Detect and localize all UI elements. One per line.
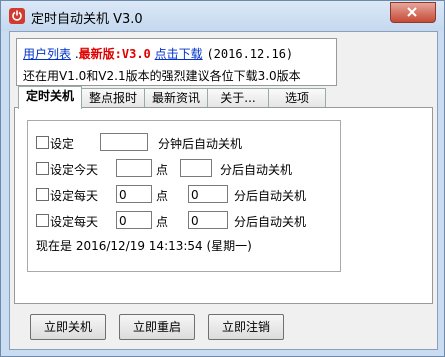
- checkbox-today[interactable]: [36, 162, 49, 175]
- today-minute-input[interactable]: [180, 159, 212, 177]
- row-suffix: 分钟后自动关机: [158, 137, 243, 151]
- today-hour-input[interactable]: [116, 159, 152, 177]
- logoff-now-button[interactable]: 立即注销: [208, 314, 284, 340]
- daily-1-hour-input[interactable]: 0: [116, 185, 152, 203]
- window-title: 定时自动关机 V3.0: [31, 12, 143, 27]
- row-suffix: 分后自动关机: [220, 163, 293, 177]
- close-icon: [407, 7, 417, 17]
- row-label: 设定每天: [50, 215, 99, 229]
- current-time: 现在是 2016/12/19 14:13:54 (星期一): [36, 239, 252, 253]
- row-label: 设定今天: [50, 163, 99, 177]
- restart-now-button[interactable]: 立即重启: [119, 314, 195, 340]
- tab-about[interactable]: 关于...: [207, 88, 269, 108]
- minutes-input[interactable]: [100, 133, 148, 151]
- separator-dot: .: [71, 47, 79, 61]
- hour-unit: 点: [156, 163, 169, 177]
- row-suffix: 分后自动关机: [234, 189, 307, 203]
- info-box: 用户列表 .最新版:V3.0 点击下载 (2016.12.16) 还在用V1.0…: [16, 38, 337, 86]
- power-icon: [9, 8, 25, 24]
- checkbox-daily-1[interactable]: [36, 188, 49, 201]
- tab-panel: 设定 分钟后自动关机 设定今天 点 分后自动关机 设定每天 0 点 0 分后自动…: [14, 107, 433, 304]
- shutdown-now-button[interactable]: 立即关机: [30, 314, 106, 340]
- checkbox-daily-2[interactable]: [36, 214, 49, 227]
- checkbox-minutes[interactable]: [36, 136, 49, 149]
- app-window: 定时自动关机 V3.0 用户列表 .最新版:V3.0 点击下载 (2016.12…: [0, 0, 445, 357]
- user-list-link[interactable]: 用户列表: [23, 47, 71, 61]
- hour-unit: 点: [156, 189, 169, 203]
- download-link[interactable]: 点击下载: [155, 47, 203, 61]
- hour-unit: 点: [156, 215, 169, 229]
- tab-timed-shutdown[interactable]: 定时关机: [18, 86, 82, 109]
- tab-options[interactable]: 选项: [268, 88, 326, 108]
- button-bar: 立即关机 立即重启 立即注销: [16, 308, 431, 344]
- release-date: (2016.12.16): [206, 47, 294, 61]
- title-bar[interactable]: 定时自动关机 V3.0: [1, 1, 444, 31]
- row-label: 设定: [50, 137, 75, 151]
- daily-2-hour-input[interactable]: 0: [116, 211, 152, 229]
- tab-hourly-chime[interactable]: 整点报时: [81, 88, 145, 108]
- row-label: 设定每天: [50, 189, 99, 203]
- upgrade-notice: 还在用V1.0和V2.1版本的强烈建议各位下载3.0版本: [23, 69, 301, 83]
- shutdown-settings-group: 设定 分钟后自动关机 设定今天 点 分后自动关机 设定每天 0 点 0 分后自动…: [27, 120, 341, 272]
- daily-1-minute-input[interactable]: 0: [188, 185, 228, 203]
- row-suffix: 分后自动关机: [234, 215, 307, 229]
- close-button[interactable]: [390, 2, 436, 23]
- info-line-1: 用户列表 .最新版:V3.0 点击下载 (2016.12.16): [23, 45, 293, 62]
- daily-2-minute-input[interactable]: 0: [188, 211, 228, 229]
- client-area: 用户列表 .最新版:V3.0 点击下载 (2016.12.16) 还在用V1.0…: [9, 31, 438, 350]
- latest-version-label: 最新版:V3.0: [78, 47, 151, 61]
- tab-strip: 定时关机 整点报时 最新资讯 关于... 选项: [14, 86, 326, 109]
- tab-latest-news[interactable]: 最新资讯: [144, 88, 208, 108]
